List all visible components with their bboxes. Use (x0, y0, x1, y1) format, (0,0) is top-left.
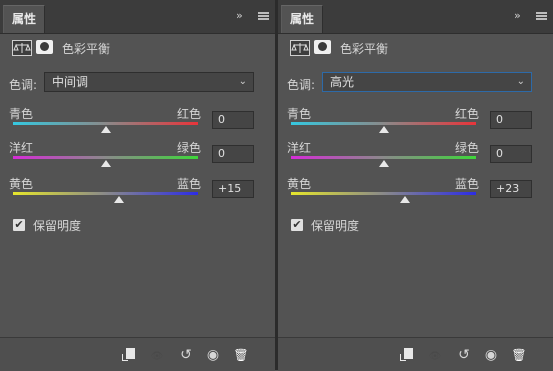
tone-select[interactable]: 高光 ⌄ (322, 72, 532, 92)
cyan-red-value-field[interactable]: 0 (212, 111, 254, 129)
yellow-blue-track[interactable] (13, 192, 198, 195)
bottom-toolbar: 👁 ↺ ◉ 🗑 (0, 337, 275, 371)
toggle-visibility-button[interactable]: ◉ (203, 345, 223, 365)
collapse-icon[interactable]: ›› (236, 9, 248, 23)
mask-icon[interactable] (36, 40, 53, 54)
yellow-blue-track[interactable] (291, 192, 476, 195)
panel-menu-icon[interactable] (536, 12, 547, 21)
clip-to-layer-button[interactable] (396, 345, 416, 365)
slider-right-label: 蓝色 (177, 177, 202, 191)
panel-title: 色彩平衡 (62, 42, 111, 56)
preserve-luminosity-checkbox[interactable]: ✔ (291, 219, 303, 231)
slider-left-label: 洋红 (287, 141, 312, 155)
slider-right-label: 绿色 (177, 141, 202, 155)
tab-properties[interactable]: 属性 (281, 5, 323, 33)
bottom-toolbar: 👁 ↺ ◉ 🗑 (278, 337, 553, 371)
slider-left-label: 青色 (9, 107, 34, 121)
toggle-visibility-button[interactable]: ◉ (481, 345, 501, 365)
magenta-green-track[interactable] (13, 156, 198, 159)
delete-button[interactable]: 🗑 (509, 345, 529, 365)
yellow-blue-value-field[interactable]: +15 (212, 180, 254, 198)
cyan-red-track[interactable] (13, 122, 198, 125)
view-previous-state-button[interactable]: 👁 (425, 345, 445, 365)
magenta-green-track[interactable] (291, 156, 476, 159)
slider-right-label: 蓝色 (455, 177, 480, 191)
slider-right-label: 红色 (455, 107, 480, 121)
clip-icon (400, 348, 413, 361)
tone-value: 高光 (330, 75, 355, 89)
panel-menu-icon[interactable] (258, 12, 269, 21)
reset-button[interactable]: ↺ (176, 345, 196, 365)
preserve-luminosity-label: 保留明度 (33, 219, 82, 233)
collapse-icon[interactable]: ›› (514, 9, 526, 23)
color-balance-icon[interactable] (12, 40, 32, 56)
mask-icon[interactable] (314, 40, 331, 54)
cyan-red-slider-thumb[interactable] (378, 126, 389, 133)
view-previous-state-button[interactable]: 👁 (147, 345, 167, 365)
magenta-green-slider-thumb[interactable] (100, 160, 111, 167)
magenta-green-value-field[interactable]: 0 (212, 145, 254, 163)
view-previous-icon: 👁 (428, 351, 442, 362)
tab-bar: 属性 ›› (0, 0, 275, 34)
color-balance-icon[interactable] (290, 40, 310, 56)
panel-title: 色彩平衡 (340, 42, 389, 56)
properties-panel-right: 属性 ›› 色彩平衡 色调: 高光 ⌄ 青色 红色 0 洋红 绿色 0 黄色 蓝… (278, 0, 553, 371)
trash-icon: 🗑 (511, 348, 527, 362)
chevron-down-icon: ⌄ (516, 76, 525, 87)
eye-icon: ◉ (206, 347, 220, 363)
reset-button[interactable]: ↺ (454, 345, 474, 365)
properties-panel-left: 属性 ›› 色彩平衡 色调: 中间调 ⌄ 青色 红色 0 洋红 绿色 0 黄色 … (0, 0, 275, 371)
view-previous-icon: 👁 (150, 351, 164, 362)
cyan-red-value-field[interactable]: 0 (490, 111, 532, 129)
yellow-blue-value-field[interactable]: +23 (490, 180, 532, 198)
yellow-blue-slider-thumb[interactable] (114, 196, 125, 203)
clip-to-layer-button[interactable] (118, 345, 138, 365)
tone-value: 中间调 (52, 75, 89, 89)
tone-label: 色调: (9, 78, 38, 92)
eye-icon: ◉ (484, 347, 498, 363)
slider-left-label: 黄色 (287, 177, 312, 191)
preserve-luminosity-checkbox[interactable]: ✔ (13, 219, 25, 231)
tone-select[interactable]: 中间调 ⌄ (44, 72, 254, 92)
slider-right-label: 绿色 (455, 141, 480, 155)
slider-right-label: 红色 (177, 107, 202, 121)
chevron-down-icon: ⌄ (238, 76, 247, 87)
tone-label: 色调: (287, 78, 316, 92)
preserve-luminosity-label: 保留明度 (311, 219, 360, 233)
slider-left-label: 青色 (287, 107, 312, 121)
cyan-red-slider-thumb[interactable] (100, 126, 111, 133)
slider-left-label: 洋红 (9, 141, 34, 155)
cyan-red-track[interactable] (291, 122, 476, 125)
reset-icon: ↺ (180, 347, 192, 363)
tab-bar: 属性 ›› (278, 0, 553, 34)
delete-button[interactable]: 🗑 (231, 345, 251, 365)
reset-icon: ↺ (458, 347, 470, 363)
magenta-green-slider-thumb[interactable] (378, 160, 389, 167)
magenta-green-value-field[interactable]: 0 (490, 145, 532, 163)
tab-properties[interactable]: 属性 (3, 5, 45, 33)
clip-icon (122, 348, 135, 361)
trash-icon: 🗑 (233, 348, 249, 362)
slider-left-label: 黄色 (9, 177, 34, 191)
yellow-blue-slider-thumb[interactable] (399, 196, 410, 203)
